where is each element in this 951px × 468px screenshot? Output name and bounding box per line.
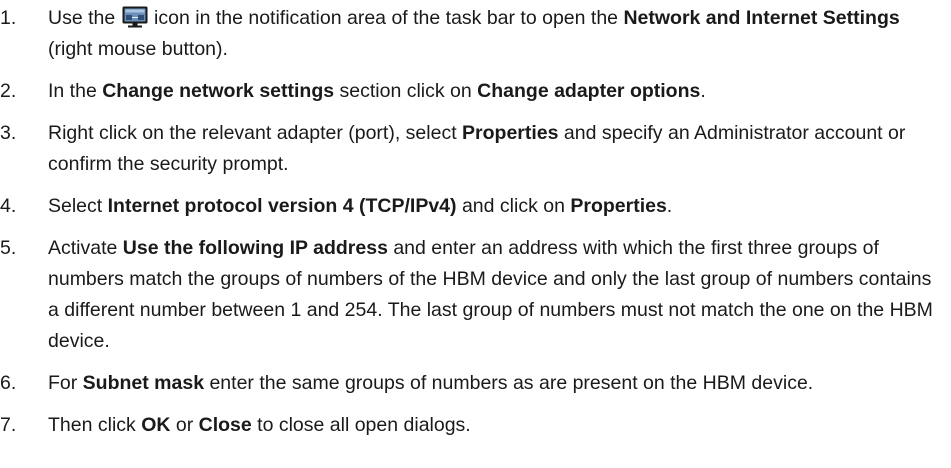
step-text: Use the icon in the notification area of…	[48, 3, 951, 65]
bold-term: Subnet mask	[82, 372, 205, 394]
step-number: 4.	[0, 195, 17, 217]
step-text: Select Internet protocol version 4 (TCP/…	[48, 191, 951, 222]
text-segment: Activate	[48, 237, 123, 259]
step-7: 7. Then click OK or Close to close all o…	[0, 410, 951, 441]
bold-term: Change adapter options	[477, 80, 701, 102]
text-segment: Select	[48, 195, 108, 217]
bold-term: Network and Internet Settings	[623, 7, 900, 29]
step-5: 5. Activate Use the following IP address…	[0, 233, 951, 357]
step-number: 3.	[0, 122, 17, 144]
step-text: For Subnet mask enter the same groups of…	[48, 368, 951, 399]
bold-term: Close	[198, 414, 252, 436]
step-text: Then click OK or Close to close all open…	[48, 410, 951, 441]
text-segment: or	[170, 414, 199, 436]
step-1: 1. Use the icon in the notification area…	[0, 3, 951, 65]
bold-term: Properties	[570, 195, 667, 217]
text-segment: In the	[48, 80, 103, 102]
step-number: 6.	[0, 372, 17, 394]
step-text: Activate Use the following IP address an…	[48, 233, 951, 357]
instruction-document: 1. Use the icon in the notification area…	[0, 0, 951, 468]
step-2: 2. In the Change network settings sectio…	[0, 76, 951, 107]
bold-term: Properties	[462, 122, 559, 144]
text-segment: (right mouse button).	[48, 38, 228, 60]
text-segment: to close all open dialogs.	[251, 414, 471, 436]
steps-list: 1. Use the icon in the notification area…	[0, 3, 951, 441]
text-segment: section click on	[334, 80, 478, 102]
text-segment: .	[666, 195, 673, 217]
step-number: 1.	[0, 7, 17, 29]
bold-term: Change network settings	[102, 80, 335, 102]
text-segment: Then click	[48, 414, 142, 436]
text-segment: Use the	[48, 7, 121, 29]
step-text: In the Change network settings section c…	[48, 76, 951, 107]
network-icon	[122, 6, 148, 28]
text-segment: and click on	[456, 195, 571, 217]
text-segment: enter the same groups of numbers as are …	[204, 372, 814, 394]
step-number: 7.	[0, 414, 17, 436]
step-3: 3. Right click on the relevant adapter (…	[0, 118, 951, 180]
step-text: Right click on the relevant adapter (por…	[48, 118, 951, 180]
step-6: 6. For Subnet mask enter the same groups…	[0, 368, 951, 399]
bold-term: Use the following IP address	[122, 237, 388, 259]
step-number: 5.	[0, 237, 17, 259]
step-number: 2.	[0, 80, 17, 102]
bold-term: Internet protocol version 4 (TCP/IPv4)	[107, 195, 457, 217]
text-segment: For	[48, 372, 83, 394]
bold-term: OK	[141, 414, 171, 436]
text-segment: .	[700, 80, 706, 102]
text-segment: icon in the notification area of the tas…	[148, 7, 624, 29]
step-4: 4. Select Internet protocol version 4 (T…	[0, 191, 951, 222]
text-segment: Right click on the relevant adapter (por…	[48, 122, 463, 144]
